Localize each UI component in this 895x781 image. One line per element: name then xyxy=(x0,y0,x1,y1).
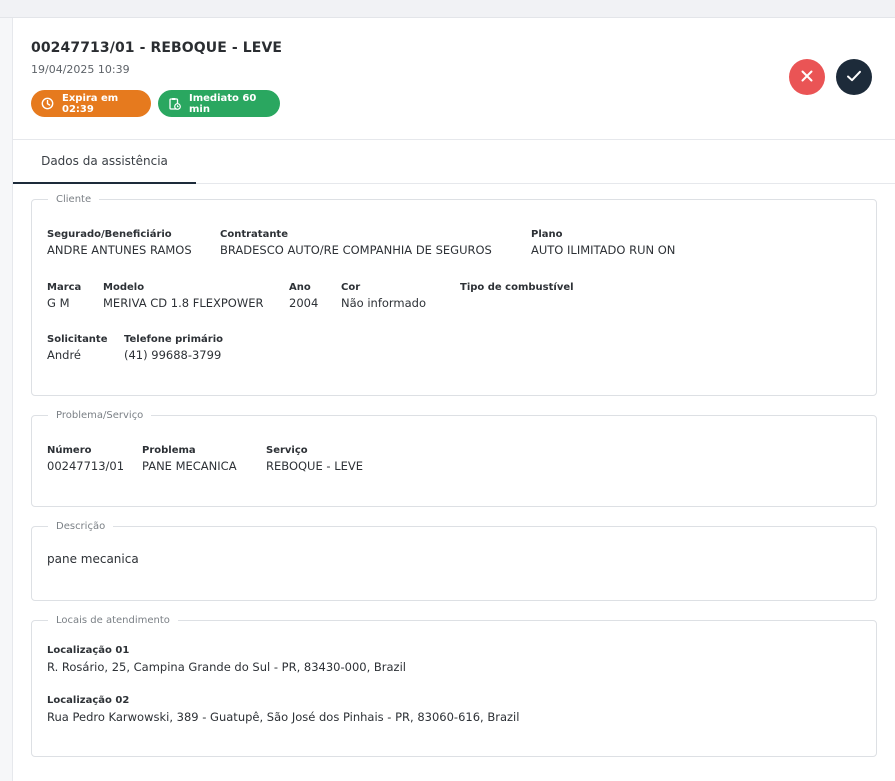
problema-servico-section: Problema/Serviço Número 00247713/01 Prob… xyxy=(31,410,877,507)
problema-value: PANE MECANICA xyxy=(142,459,237,473)
left-strip xyxy=(0,18,13,781)
top-bar xyxy=(0,0,895,18)
descricao-section: Descrição pane mecanica xyxy=(31,521,877,601)
contratante-value: BRADESCO AUTO/RE COMPANHIA DE SEGUROS xyxy=(220,243,492,257)
assistance-panel: 00247713/01 - REBOQUE - LEVE 19/04/2025 … xyxy=(13,18,895,781)
cliente-section: Cliente Segurado/Beneficiário ANDRE ANTU… xyxy=(31,194,877,396)
check-icon xyxy=(846,68,862,87)
descricao-text: pane mecanica xyxy=(47,552,139,566)
imediato-badge-label: Imediato 60 min xyxy=(189,92,257,115)
descricao-legend: Descrição xyxy=(56,521,106,532)
localizacao-02-label: Localização 02 xyxy=(47,695,130,706)
marca-value: G M xyxy=(47,296,70,310)
cliente-legend: Cliente xyxy=(56,194,92,205)
marca-label: Marca xyxy=(47,282,82,293)
created-datetime: 19/04/2025 10:39 xyxy=(31,63,130,76)
expira-badge-label: Expira em 02:39 xyxy=(62,92,119,115)
localizacao-02-value: Rua Pedro Karwowski, 389 - Guatupê, São … xyxy=(47,710,520,724)
segurado-label: Segurado/Beneficiário xyxy=(47,229,172,240)
cor-value: Não informado xyxy=(341,296,427,310)
modelo-value: MERIVA CD 1.8 FLEXPOWER xyxy=(103,296,264,310)
ano-value: 2004 xyxy=(289,296,319,310)
clipboard-clock-icon xyxy=(168,97,181,110)
servico-value: REBOQUE - LEVE xyxy=(266,459,363,473)
solicitante-label: Solicitante xyxy=(47,334,108,345)
clock-icon xyxy=(41,97,54,110)
segurado-value: ANDRE ANTUNES RAMOS xyxy=(47,243,192,257)
plano-value: AUTO ILIMITADO RUN ON xyxy=(531,243,676,257)
localizacao-01-value: R. Rosário, 25, Campina Grande do Sul - … xyxy=(47,660,406,674)
problema-label: Problema xyxy=(142,445,196,456)
locais-section: Locais de atendimento Localização 01 R. … xyxy=(31,615,877,757)
telefone-value: (41) 99688-3799 xyxy=(124,348,222,362)
locais-legend: Locais de atendimento xyxy=(56,615,170,626)
page-title: 00247713/01 - REBOQUE - LEVE xyxy=(31,40,283,56)
servico-label: Serviço xyxy=(266,445,308,456)
numero-value: 00247713/01 xyxy=(47,459,125,473)
expira-badge: Expira em 02:39 xyxy=(31,90,151,117)
modelo-label: Modelo xyxy=(103,282,145,293)
telefone-label: Telefone primário xyxy=(124,334,224,345)
close-icon xyxy=(800,68,814,87)
cor-label: Cor xyxy=(341,282,361,293)
combustivel-label: Tipo de combustível xyxy=(460,282,574,293)
solicitante-value: André xyxy=(47,348,82,362)
tab-dados-assistencia[interactable]: Dados da assistência xyxy=(13,140,196,184)
plano-label: Plano xyxy=(531,229,563,240)
localizacao-01-label: Localização 01 xyxy=(47,645,130,656)
numero-label: Número xyxy=(47,445,92,456)
tab-bar: Dados da assistência xyxy=(13,140,895,184)
assistance-header: 00247713/01 - REBOQUE - LEVE 19/04/2025 … xyxy=(13,18,895,140)
cancel-button[interactable] xyxy=(789,59,825,95)
ano-label: Ano xyxy=(289,282,311,293)
contratante-label: Contratante xyxy=(220,229,288,240)
imediato-badge: Imediato 60 min xyxy=(158,90,280,117)
problema-legend: Problema/Serviço xyxy=(56,410,144,421)
confirm-button[interactable] xyxy=(836,59,872,95)
